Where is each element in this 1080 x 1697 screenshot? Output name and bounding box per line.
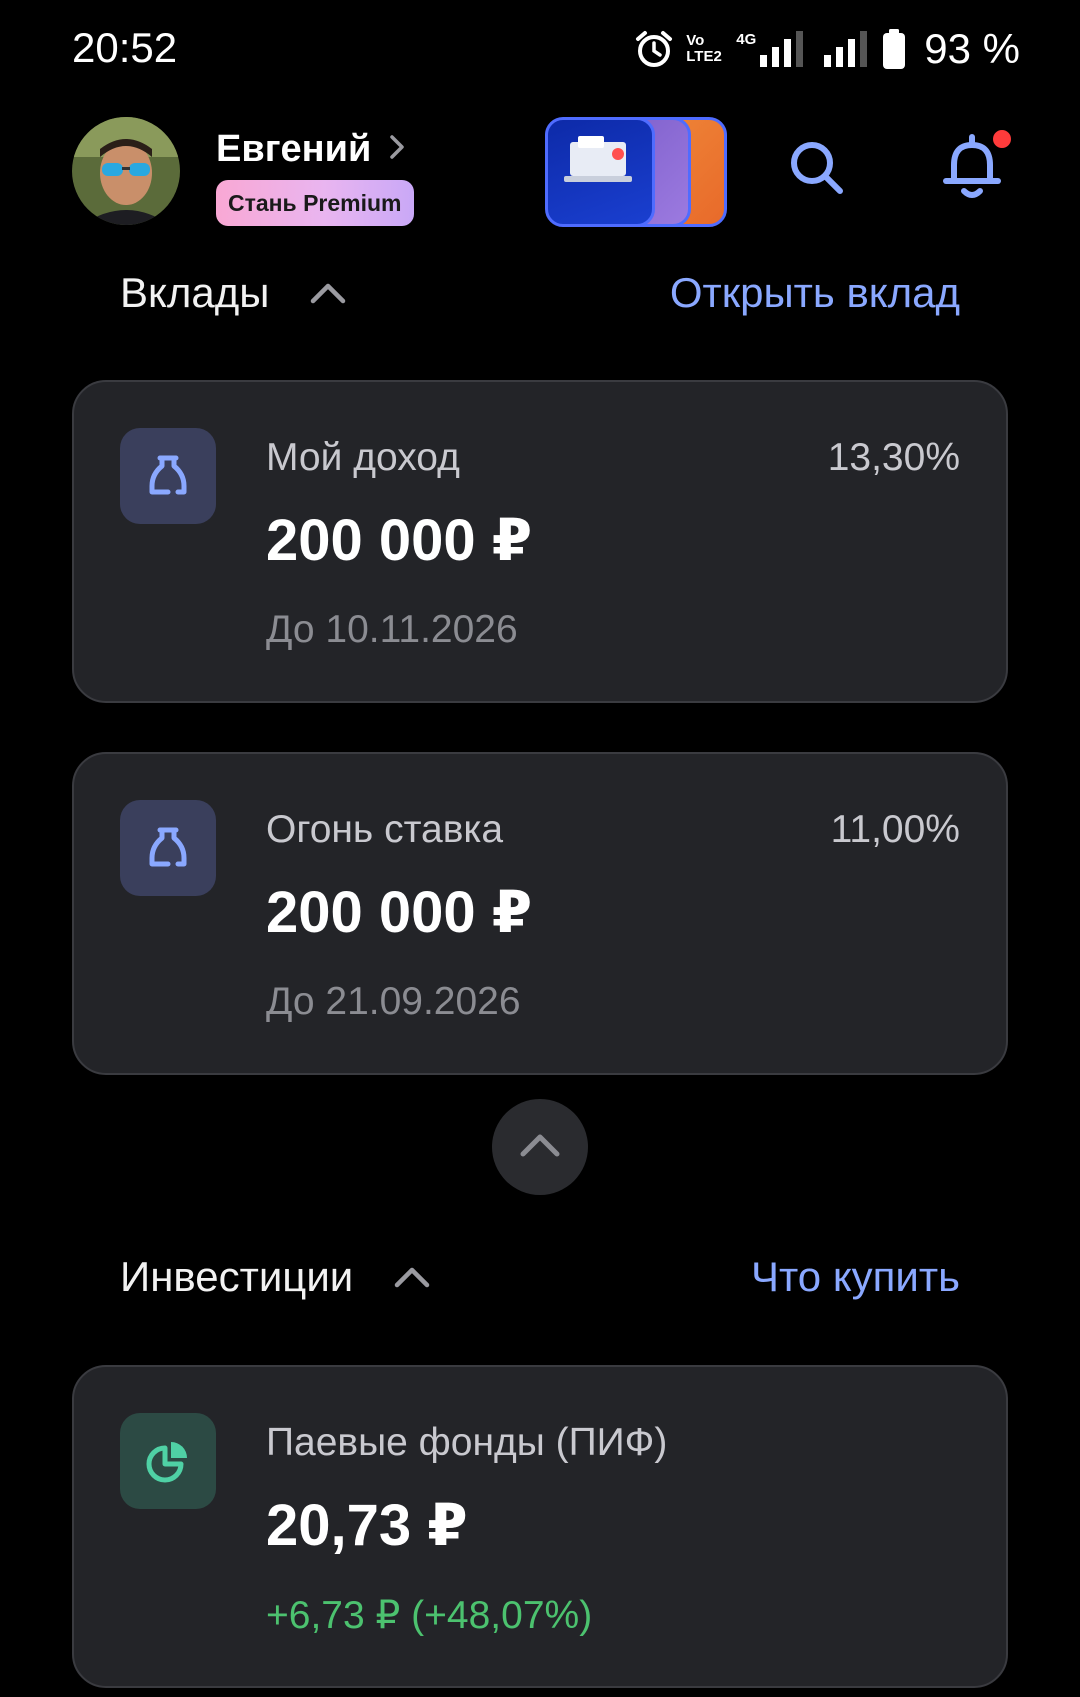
signal-icon (822, 31, 870, 67)
deposit-until: До 10.11.2026 (266, 608, 518, 651)
deposit-amount: 200 000 ₽ (266, 508, 533, 573)
status-time: 20:52 (72, 24, 178, 71)
deposit-card[interactable]: Огонь ставка 11,00% 200 000 ₽ До 21.09.2… (72, 752, 1008, 1075)
header: Евгений Стань Premium (0, 115, 1080, 230)
pie-chart-icon (120, 1413, 216, 1509)
volte-icon: Vo LTE2 (686, 32, 722, 65)
alarm-icon (634, 29, 674, 69)
deposits-title: Вклады (120, 269, 270, 316)
collapse-button[interactable] (492, 1099, 588, 1195)
chevron-right-icon (389, 134, 405, 165)
deposit-rate: 11,00% (830, 808, 960, 851)
chevron-up-icon[interactable] (393, 1265, 431, 1289)
deposit-name: Мой доход (266, 436, 460, 479)
fund-amount: 20,73 ₽ (266, 1493, 468, 1558)
network-type-label: 4G (736, 31, 757, 48)
story-thumbnail[interactable] (545, 117, 655, 227)
deposits-header: Вклады Открыть вклад (120, 263, 960, 323)
investments-title: Инвестиции (120, 1253, 354, 1300)
deposit-until: До 21.09.2026 (266, 980, 521, 1023)
notification-dot (990, 127, 1014, 151)
deposit-jar-icon (120, 428, 216, 524)
premium-badge[interactable]: Стань Premium (216, 180, 414, 226)
search-icon[interactable] (786, 137, 846, 197)
chevron-up-icon (519, 1132, 561, 1163)
deposit-name: Огонь ставка (266, 808, 504, 851)
profile-link[interactable]: Евгений (216, 128, 405, 171)
deposit-rate: 13,30% (827, 436, 960, 479)
avatar[interactable] (72, 117, 180, 225)
investments-header: Инвестиции Что купить (120, 1247, 960, 1307)
open-deposit-link[interactable]: Открыть вклад (670, 269, 960, 317)
chevron-up-icon[interactable] (309, 281, 347, 305)
fund-change: +6,73 ₽ (+48,07%) (266, 1594, 593, 1637)
deposit-amount: 200 000 ₽ (266, 880, 533, 945)
status-bar: 20:52 Vo LTE2 4G 93 % (0, 0, 1080, 100)
deposit-jar-icon (120, 800, 216, 896)
what-to-buy-link[interactable]: Что купить (751, 1253, 960, 1301)
battery-icon (882, 29, 906, 69)
stories-carousel[interactable] (545, 117, 727, 227)
signal-4g-icon: 4G (736, 31, 810, 67)
user-name: Евгений (216, 128, 372, 170)
investment-card[interactable]: Паевые фонды (ПИФ) 20,73 ₽ +6,73 ₽ (+48,… (72, 1365, 1008, 1688)
battery-percent: 93 % (924, 25, 1020, 72)
deposit-card[interactable]: Мой доход 13,30% 200 000 ₽ До 10.11.2026 (72, 380, 1008, 703)
fund-name: Паевые фонды (ПИФ) (266, 1421, 668, 1464)
status-icons: Vo LTE2 4G 93 % (634, 25, 1020, 72)
